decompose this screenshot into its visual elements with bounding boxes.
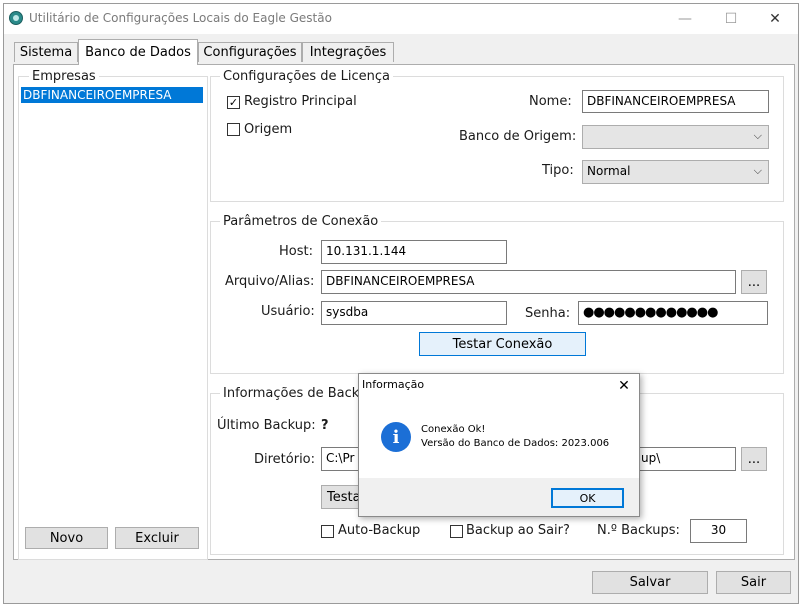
- arquivo-label: Arquivo/Alias:: [225, 274, 315, 289]
- diretorio-browse-button[interactable]: ...: [741, 447, 767, 471]
- banco-origem-select[interactable]: ⌵: [582, 125, 769, 149]
- dialog-close-button[interactable]: ✕: [613, 376, 635, 396]
- conexao-label: Parâmetros de Conexão: [220, 214, 382, 229]
- tab-integracoes[interactable]: Integrações: [302, 42, 394, 62]
- minimize-button[interactable]: —: [662, 4, 708, 34]
- empresas-list[interactable]: [19, 84, 205, 534]
- ultimo-backup-value: ?: [321, 418, 329, 433]
- registro-principal-checkbox[interactable]: ✓: [227, 96, 240, 109]
- licenca-label: Configurações de Licença: [220, 69, 394, 84]
- senha-field[interactable]: ●●●●●●●●●●●●●: [578, 301, 768, 325]
- novo-button[interactable]: Novo: [25, 527, 108, 549]
- list-item[interactable]: DBFINANCEIROEMPRESA: [21, 87, 203, 103]
- app-icon: [9, 11, 23, 25]
- banco-origem-label: Banco de Origem:: [459, 129, 577, 144]
- arquivo-field[interactable]: DBFINANCEIROEMPRESA: [321, 270, 736, 294]
- origem-label: Origem: [244, 122, 293, 137]
- n-backups-field[interactable]: 30: [690, 519, 747, 543]
- info-icon: i: [381, 422, 411, 452]
- dialog-title: Informação: [362, 378, 425, 391]
- host-label: Host:: [279, 244, 313, 259]
- excluir-button[interactable]: Excluir: [115, 527, 199, 549]
- ok-button[interactable]: OK: [551, 488, 624, 508]
- sair-button[interactable]: Sair: [716, 571, 791, 594]
- nome-label: Nome:: [529, 94, 572, 109]
- senha-label: Senha:: [525, 306, 571, 321]
- window-title: Utilitário de Configurações Locais do Ea…: [29, 11, 332, 25]
- usuario-field[interactable]: sysdba: [321, 301, 507, 325]
- usuario-label: Usuário:: [261, 304, 315, 319]
- auto-backup-checkbox[interactable]: [321, 525, 334, 538]
- dialog-message-line1: Conexão Ok!: [421, 424, 486, 435]
- chevron-down-icon: ⌵: [753, 129, 762, 142]
- info-dialog: Informação ✕ i Conexão Ok! Versão do Ban…: [358, 373, 640, 517]
- nome-field[interactable]: DBFINANCEIROEMPRESA: [582, 90, 769, 113]
- title-bar: Utilitário de Configurações Locais do Ea…: [4, 4, 798, 34]
- backup-sair-label: Backup ao Sair?: [466, 523, 570, 538]
- tipo-label: Tipo:: [542, 163, 574, 178]
- salvar-button[interactable]: Salvar: [592, 571, 708, 594]
- backup-sair-checkbox[interactable]: [450, 525, 463, 538]
- diretorio-value-end: up\: [641, 451, 661, 465]
- testar-conexao-button[interactable]: Testar Conexão: [419, 332, 586, 356]
- diretorio-label: Diretório:: [254, 452, 316, 467]
- ultimo-backup-label: Último Backup:: [217, 418, 316, 433]
- chevron-down-icon: ⌵: [753, 164, 762, 177]
- n-backups-label: N.º Backups:: [597, 523, 680, 538]
- host-field[interactable]: 10.131.1.144: [321, 240, 507, 264]
- tipo-value: Normal: [587, 164, 631, 178]
- registro-principal-label: Registro Principal: [244, 94, 357, 109]
- diretorio-value-start: C:\Pr: [326, 451, 355, 465]
- arquivo-browse-button[interactable]: ...: [741, 270, 767, 294]
- empresas-label: Empresas: [29, 69, 99, 84]
- tab-banco-de-dados[interactable]: Banco de Dados: [78, 39, 198, 65]
- origem-checkbox[interactable]: [227, 123, 240, 136]
- tab-configuracoes[interactable]: Configurações: [198, 42, 302, 62]
- close-button[interactable]: ✕: [752, 4, 798, 34]
- tipo-select[interactable]: Normal ⌵: [582, 160, 769, 184]
- dialog-message-line2: Versão do Banco de Dados: 2023.006: [421, 438, 610, 449]
- auto-backup-label: Auto-Backup: [338, 523, 421, 538]
- backup-label: Informações de Backup: [220, 386, 360, 401]
- tab-sistema[interactable]: Sistema: [14, 42, 78, 62]
- maximize-button[interactable]: ☐: [708, 4, 754, 34]
